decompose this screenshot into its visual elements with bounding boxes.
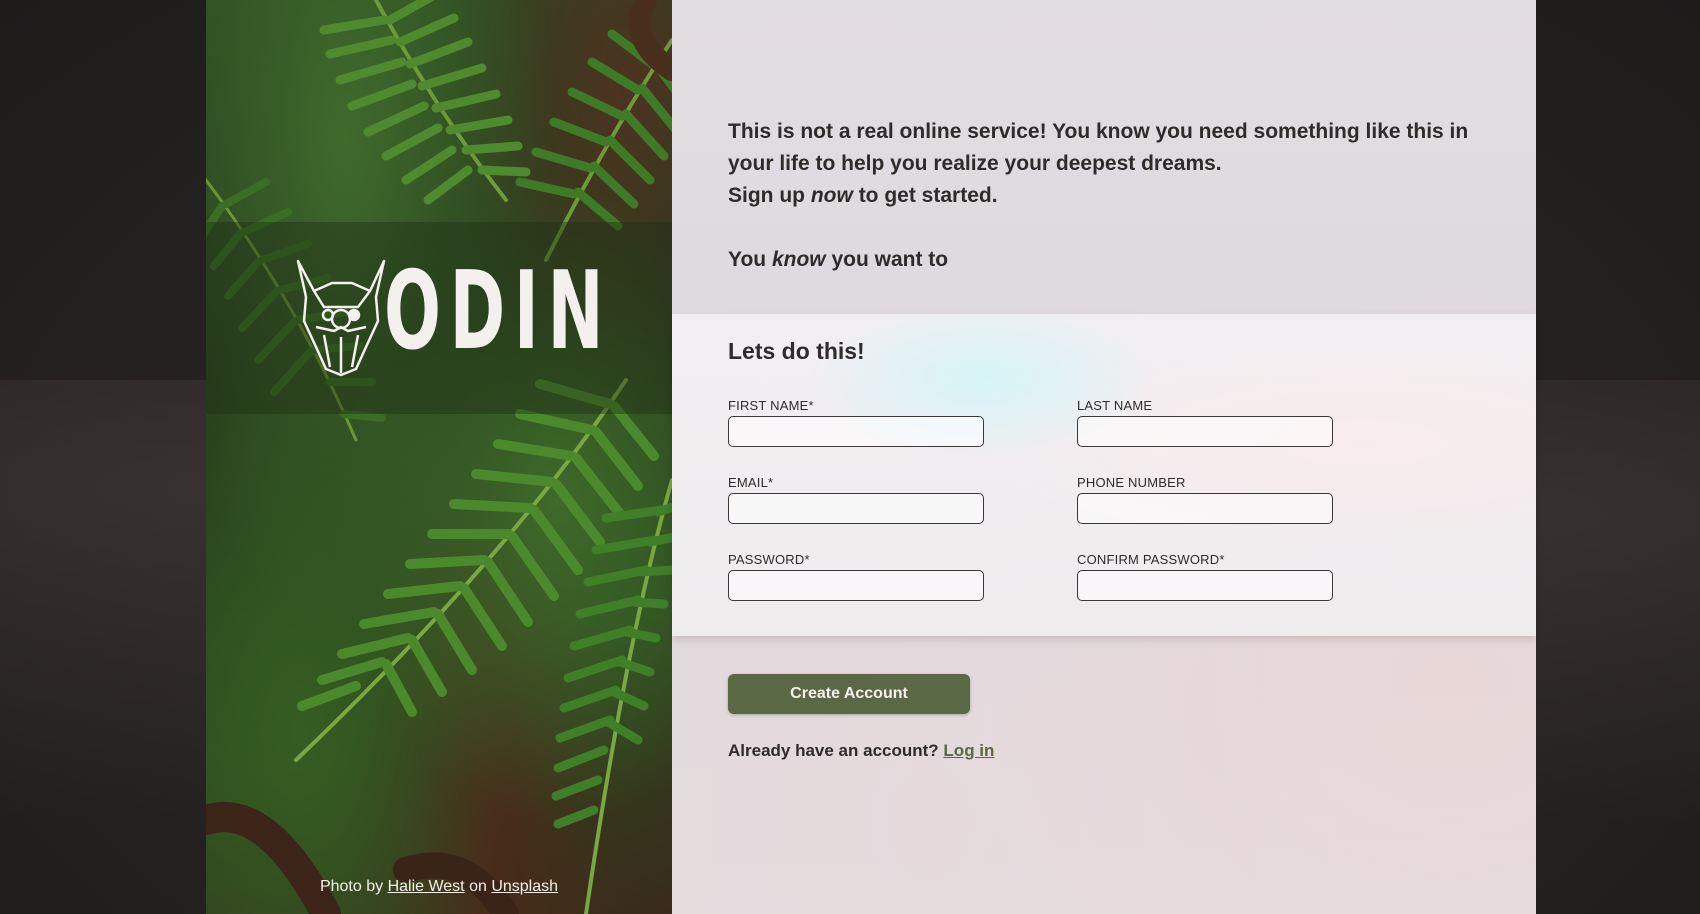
- confirm-password-group: CONFIRM PASSWORD*: [1077, 552, 1333, 601]
- password-label: PASSWORD*: [728, 552, 810, 567]
- first-name-label: FIRST NAME*: [728, 398, 814, 413]
- last-name-group: LAST NAME: [1077, 398, 1333, 447]
- password-input[interactable]: [728, 570, 984, 601]
- create-account-button[interactable]: Create Account: [728, 674, 970, 714]
- credit-prefix: Photo by: [319, 878, 384, 895]
- first-name-input[interactable]: [728, 416, 984, 447]
- unsplash-link[interactable]: Unsplash: [491, 878, 558, 895]
- login-prompt-text: Already have an account?: [728, 741, 939, 760]
- last-name-input[interactable]: [1077, 416, 1333, 447]
- credit-middle: on: [469, 878, 487, 895]
- intro-text: This is not a real online service! You k…: [728, 116, 1498, 212]
- email-label: EMAIL*: [728, 475, 774, 490]
- photographer-link[interactable]: Halie West: [388, 878, 465, 895]
- last-name-label: LAST NAME: [1077, 398, 1153, 413]
- confirm-password-input[interactable]: [1077, 570, 1333, 601]
- form-title: Lets do this!: [728, 338, 865, 364]
- intro-signup-emphasis: now: [810, 184, 853, 207]
- login-prompt: Already have an account? Log in: [728, 741, 994, 761]
- password-group: PASSWORD*: [728, 552, 984, 601]
- intro-signup-post: to get started.: [858, 184, 998, 207]
- phone-label: PHONE NUMBER: [1077, 475, 1186, 490]
- signup-page: ODIN Photo by Halie West on Unsplash Thi…: [206, 0, 1536, 914]
- signup-form: Lets do this! FIRST NAME* LAST NAME EMAI…: [672, 314, 1536, 636]
- photo-credit: Photo by Halie West on Unsplash: [206, 878, 672, 896]
- brand-wordmark: ODIN: [384, 249, 613, 374]
- hero-photo-panel: ODIN Photo by Halie West on Unsplash: [206, 0, 672, 914]
- know-emphasis: know: [771, 248, 826, 271]
- phone-input[interactable]: [1077, 493, 1333, 524]
- signup-content-panel: This is not a real online service! You k…: [672, 0, 1536, 914]
- intro-paragraph: This is not a real online service! You k…: [728, 120, 1469, 175]
- login-link[interactable]: Log in: [943, 741, 994, 760]
- know-post: you want to: [831, 248, 949, 271]
- email-group: EMAIL*: [728, 475, 984, 524]
- first-name-group: FIRST NAME*: [728, 398, 984, 447]
- know-pre: You: [728, 248, 767, 271]
- fern-photo: [206, 0, 672, 914]
- intro-signup-line: Sign up now to get started.: [728, 180, 1498, 212]
- confirm-password-label: CONFIRM PASSWORD*: [1077, 552, 1225, 567]
- email-input[interactable]: [728, 493, 984, 524]
- intro-signup-pre: Sign up: [728, 184, 805, 207]
- phone-group: PHONE NUMBER: [1077, 475, 1333, 524]
- know-line: You know you want to: [728, 248, 948, 272]
